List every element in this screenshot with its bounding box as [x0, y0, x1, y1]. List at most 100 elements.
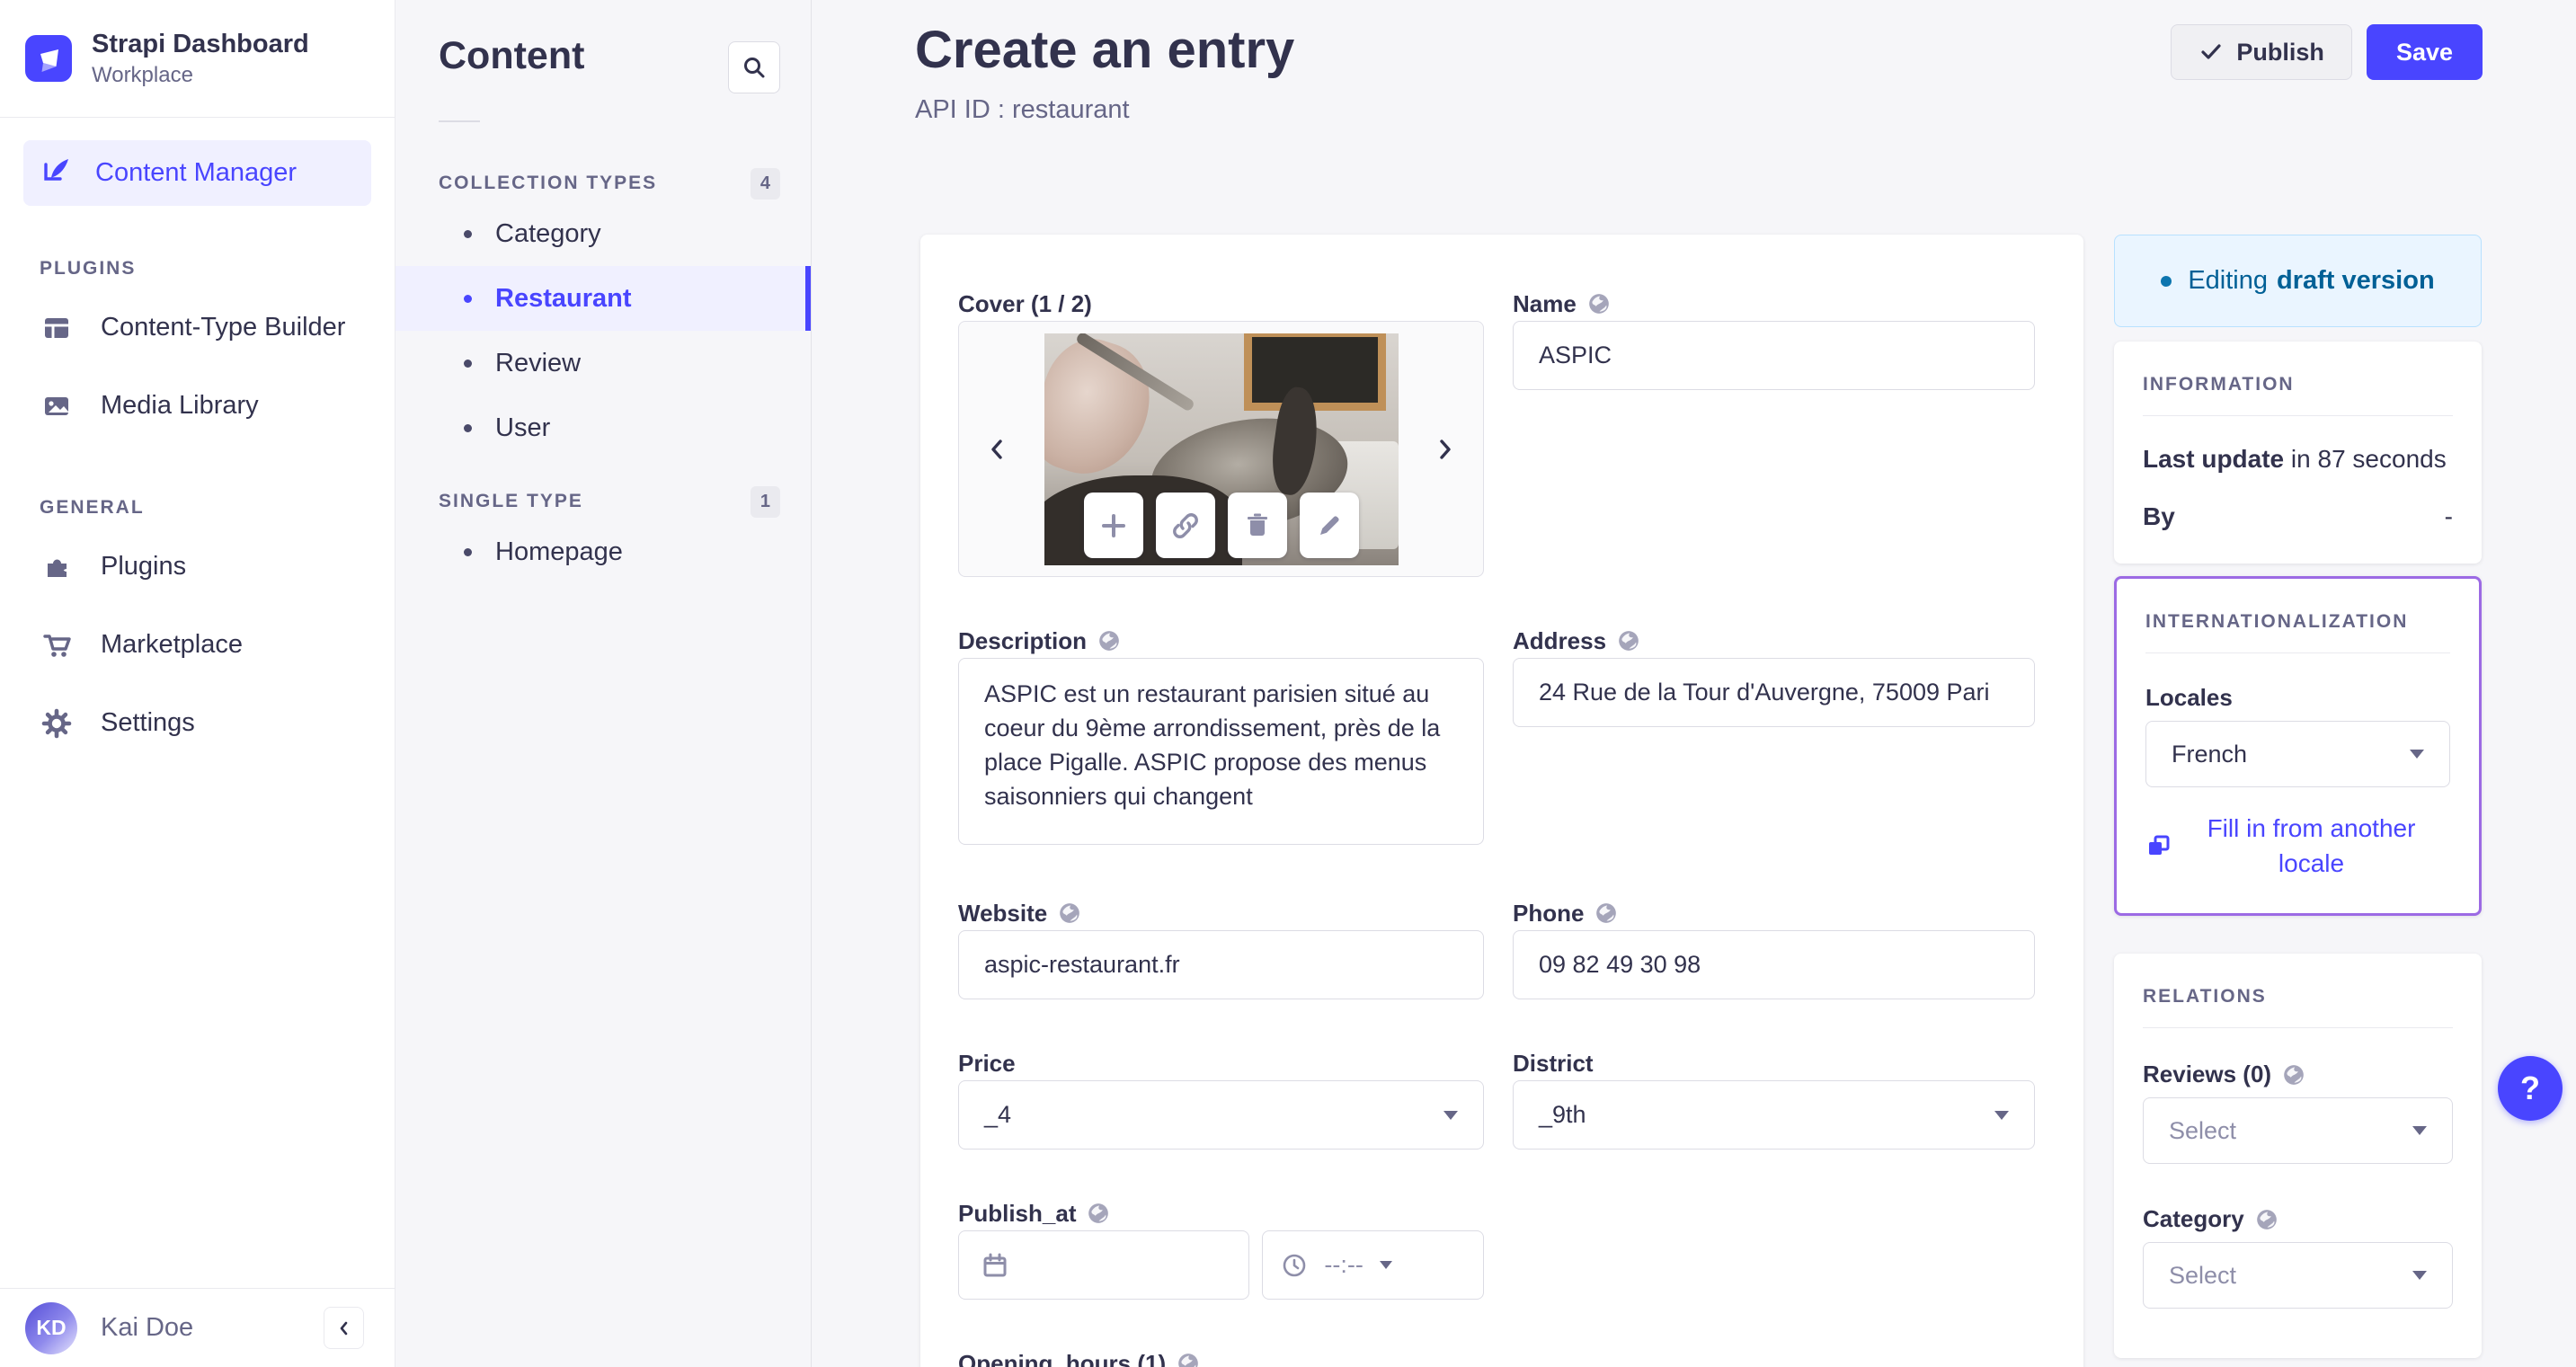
trash-icon	[1247, 513, 1267, 536]
category-select[interactable]: Select	[2143, 1242, 2453, 1309]
district-value: _9th	[1539, 1101, 1586, 1128]
globe-icon	[1619, 631, 1639, 651]
app-title: Strapi Dashboard	[92, 29, 309, 58]
collapse-sidebar-button[interactable]	[324, 1307, 364, 1349]
sidebar-item-marketplace[interactable]: Marketplace	[0, 606, 395, 684]
sidebar-item-label: Marketplace	[101, 630, 243, 659]
header-actions: Publish Save	[2171, 24, 2483, 80]
price-value: _4	[984, 1101, 1012, 1128]
carousel-prev-button[interactable]	[961, 322, 1033, 576]
workspace-switcher[interactable]: Strapi Dashboard Workplace	[0, 0, 395, 118]
avatar[interactable]: KD	[25, 1301, 77, 1354]
cart-icon	[40, 628, 74, 662]
help-button[interactable]: ?	[2498, 1056, 2563, 1121]
internationalization-panel: INTERNATIONALIZATION Locales French Fill…	[2114, 576, 2482, 916]
field-phone: Phone	[1513, 900, 2035, 999]
by-label: By	[2143, 502, 2175, 530]
last-update-row: Last update in 87 seconds	[2143, 445, 2447, 474]
chevron-left-icon	[340, 1321, 347, 1335]
bullet-dot	[464, 294, 472, 303]
name-label: Name	[1513, 290, 1577, 317]
locale-select[interactable]: French	[2145, 721, 2450, 787]
puzzle-icon	[40, 550, 74, 584]
subnav-item-user[interactable]: User	[395, 395, 811, 460]
sidebar-item-content-manager[interactable]: Content Manager	[23, 140, 371, 206]
edit-asset-button[interactable]	[1299, 493, 1359, 558]
subnav-item-label: Category	[495, 218, 601, 248]
delete-asset-button[interactable]	[1227, 493, 1287, 558]
main-sidebar: Strapi Dashboard Workplace Content Manag…	[0, 0, 395, 1367]
subnav-item-label: Restaurant	[495, 283, 632, 313]
field-opening-hours: Opening_hours (1)	[958, 1350, 1484, 1367]
collection-types-header: COLLECTION TYPES 4	[395, 165, 811, 201]
district-select[interactable]: _9th	[1513, 1080, 2035, 1150]
information-title: INFORMATION	[2143, 374, 2295, 395]
subnav-item-restaurant[interactable]: Restaurant	[395, 266, 811, 331]
sidebar-item-label: Settings	[101, 708, 195, 737]
bullet-dot	[464, 423, 472, 432]
divider	[2145, 652, 2450, 653]
plus-icon	[1101, 513, 1125, 537]
internationalization-title: INTERNATIONALIZATION	[2145, 611, 2409, 632]
sidebar-item-plugins[interactable]: Plugins	[0, 528, 395, 606]
subnav-item-homepage[interactable]: Homepage	[395, 519, 811, 584]
publish-label: Publish	[2236, 38, 2324, 66]
count-badge: 1	[750, 485, 780, 518]
bullet-dot	[464, 547, 472, 556]
relations-panel: RELATIONS Reviews (0) Select Category Se…	[2114, 954, 2482, 1358]
publish-time-input[interactable]: --:--	[1262, 1230, 1484, 1300]
category-placeholder: Select	[2169, 1261, 2237, 1289]
bullet-dot	[464, 359, 472, 368]
globe-icon	[1178, 1354, 1198, 1367]
by-value: -	[2444, 502, 2453, 530]
strapi-app: Strapi Dashboard Workplace Content Manag…	[0, 0, 2576, 1367]
chevron-down-icon	[2410, 750, 2424, 759]
search-button[interactable]	[728, 41, 780, 93]
reviews-select[interactable]: Select	[2143, 1097, 2453, 1164]
divider	[2143, 415, 2453, 416]
district-label: District	[1513, 1050, 1594, 1077]
fill-from-locale-link[interactable]: Fill in from another locale	[2145, 811, 2450, 881]
category-label: Category	[2143, 1205, 2244, 1232]
bullet-dot	[464, 229, 472, 238]
add-asset-button[interactable]	[1083, 493, 1143, 558]
globe-icon	[1099, 631, 1119, 651]
field-price: Price _4	[958, 1050, 1484, 1150]
address-label: Address	[1513, 627, 1607, 654]
subnav-item-category[interactable]: Category	[395, 201, 811, 266]
entry-form-card: Cover (1 / 2) Name ASPIC Description ASP…	[920, 235, 2083, 1367]
publish-button[interactable]: Publish	[2171, 24, 2352, 80]
globe-icon	[2256, 1209, 2277, 1229]
copy-link-button[interactable]	[1155, 493, 1215, 558]
last-update-label: Last update	[2143, 445, 2285, 473]
copy-icon	[2149, 835, 2170, 855]
workspace-name: Workplace	[92, 62, 193, 87]
price-select[interactable]: _4	[958, 1080, 1484, 1150]
sidebar-item-label: Plugins	[101, 552, 187, 581]
carousel-next-button[interactable]	[1409, 322, 1481, 576]
link-icon	[1172, 512, 1198, 538]
name-input[interactable]	[1513, 321, 2035, 390]
relations-title: RELATIONS	[2143, 986, 2267, 1007]
user-name: Kai Doe	[101, 1313, 194, 1342]
field-address: Address	[1513, 627, 2035, 849]
calendar-icon	[983, 1253, 1007, 1276]
sidebar-item-media-library[interactable]: Media Library	[0, 367, 395, 445]
page-title: Create an entry	[915, 21, 1295, 79]
address-input[interactable]	[1513, 658, 2035, 727]
reviews-placeholder: Select	[2169, 1116, 2237, 1144]
sidebar-item-content-type-builder[interactable]: Content-Type Builder	[0, 288, 395, 367]
count-badge: 4	[750, 167, 780, 200]
description-textarea[interactable]: ASPIC est un restaurant parisien situé a…	[958, 658, 1484, 845]
sidebar-item-settings[interactable]: Settings	[0, 684, 395, 762]
subnav-item-review[interactable]: Review	[395, 331, 811, 395]
save-button[interactable]: Save	[2366, 24, 2483, 80]
globe-icon	[1596, 903, 1617, 923]
phone-input[interactable]	[1513, 930, 2035, 999]
feather-edit-icon	[40, 154, 72, 193]
chevron-left-icon	[991, 439, 1002, 459]
website-input[interactable]	[958, 930, 1484, 999]
chevron-right-icon	[1440, 439, 1451, 459]
field-publish-at: Publish_at --:--	[958, 1200, 1484, 1300]
publish-date-input[interactable]	[958, 1230, 1250, 1300]
